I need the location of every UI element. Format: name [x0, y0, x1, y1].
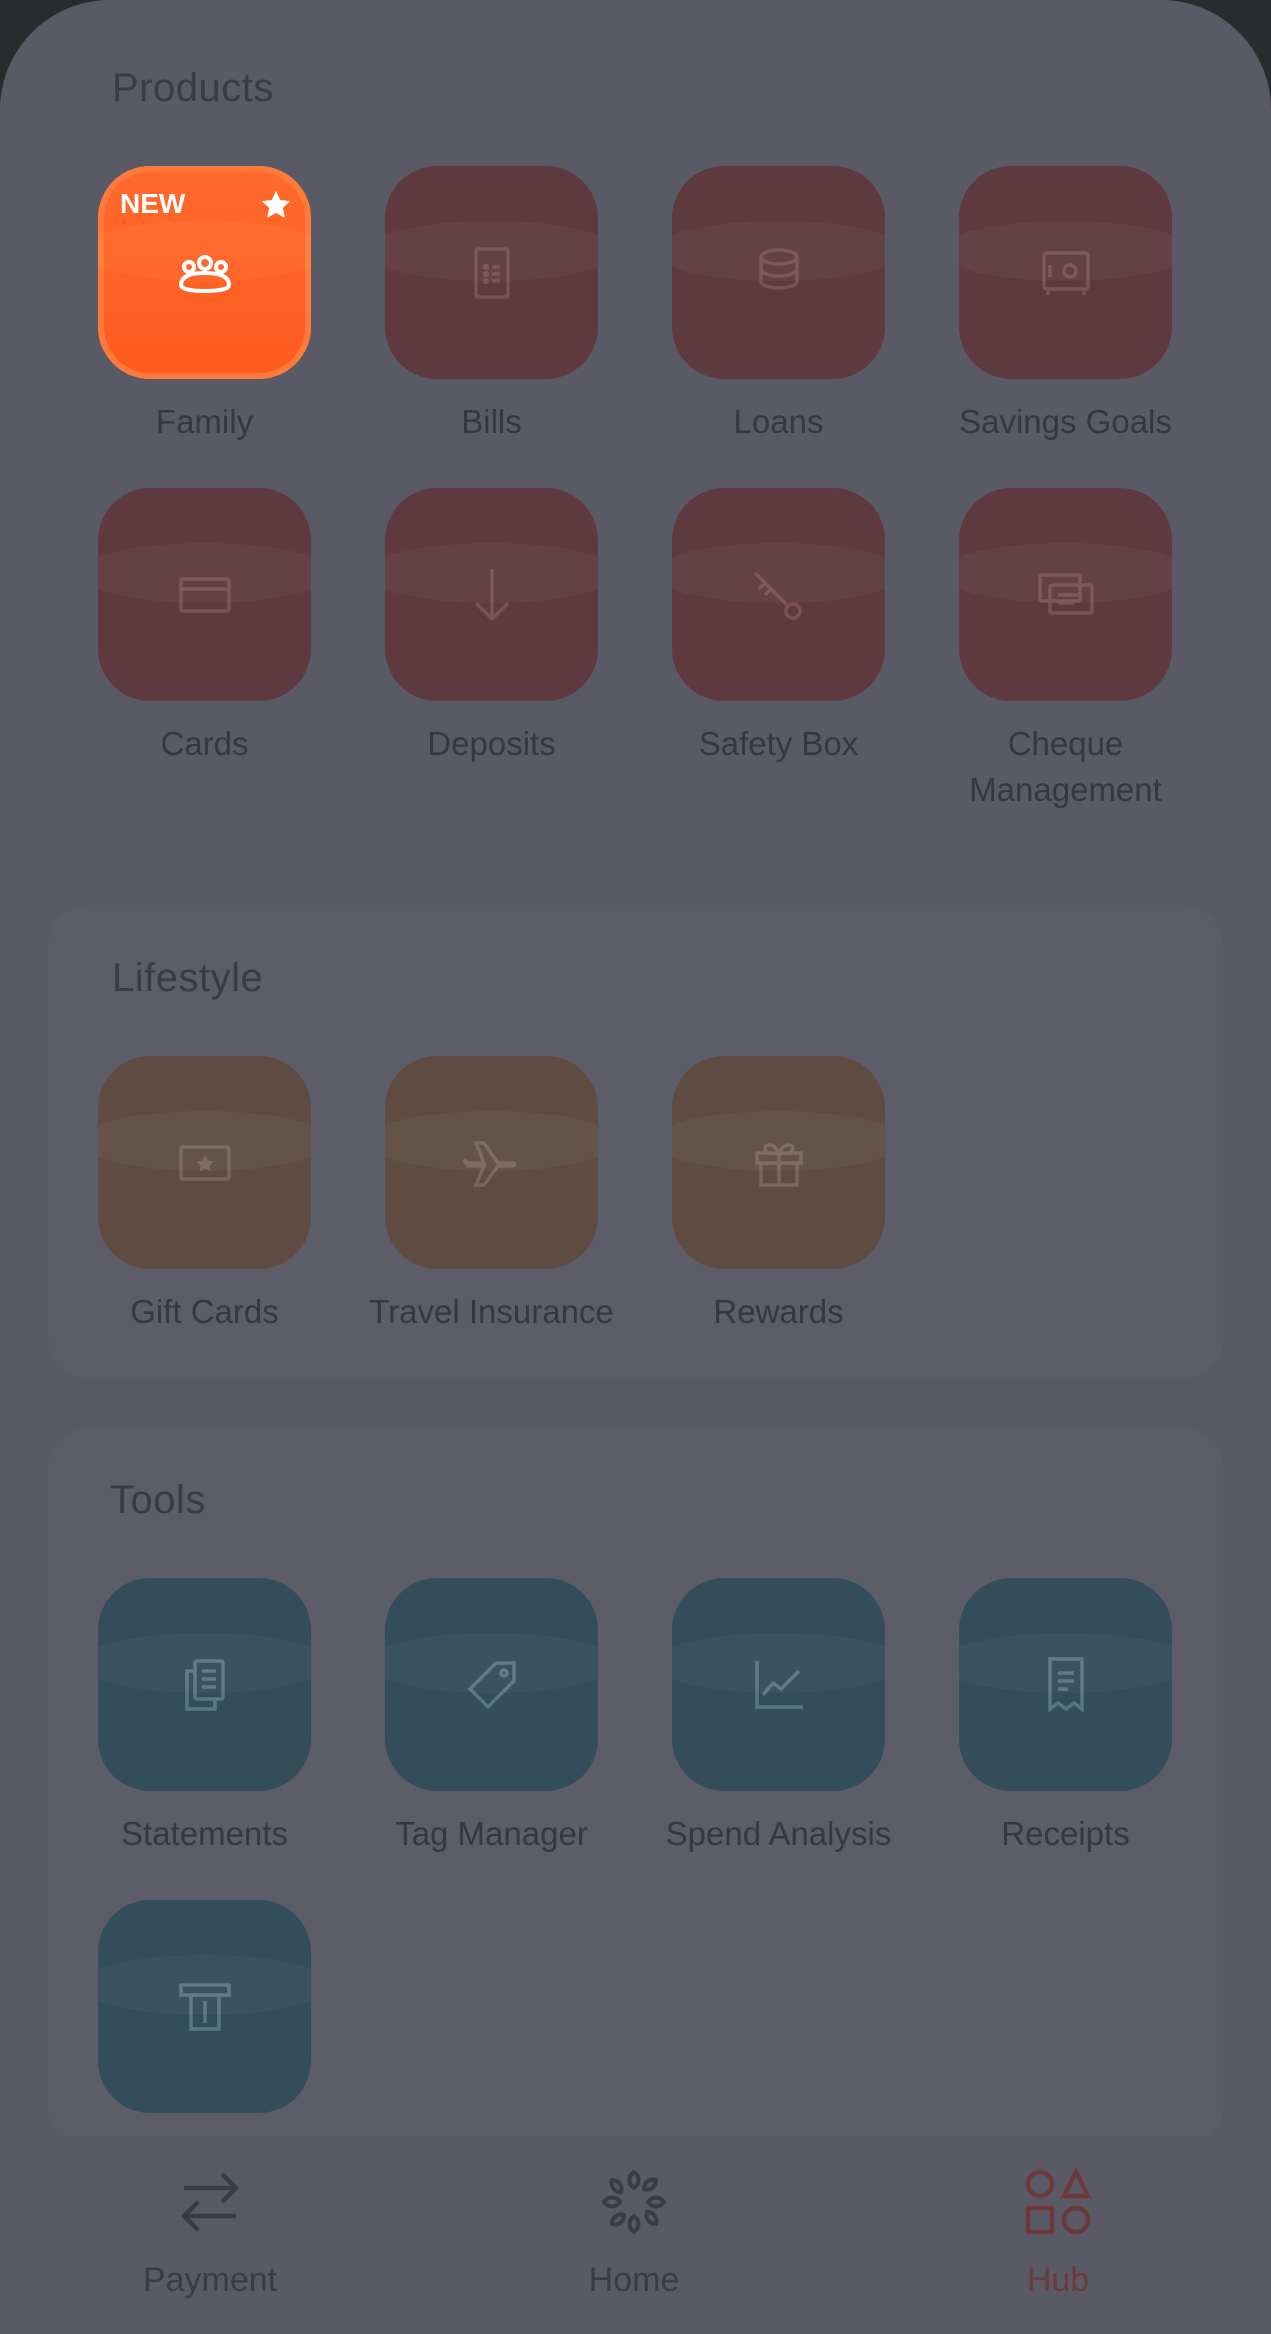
cheque-icon	[1037, 572, 1094, 615]
tile-label: Cards	[160, 725, 249, 762]
tile-receipts[interactable]: Receipts	[922, 1578, 1209, 1857]
tile-gift-cards[interactable]: Gift Cards	[61, 1056, 348, 1335]
nav-hub[interactable]: Hub	[958, 2162, 1158, 2300]
tile-label: Tag Manager	[395, 1815, 588, 1852]
tile-label: Rewards	[713, 1293, 844, 1330]
nav-home[interactable]: Home	[534, 2162, 734, 2300]
bill-icon	[473, 246, 510, 299]
receipt-icon	[1047, 1656, 1084, 1712]
nav-payment[interactable]: Payment	[110, 2162, 310, 2300]
tile-label: Receipts	[1001, 1815, 1130, 1852]
tile-label: Cheque Management	[969, 725, 1162, 808]
tile-label: Travel Insurance	[369, 1293, 614, 1330]
tile-cheque-management[interactable]: Cheque Management	[922, 488, 1209, 813]
hub-shapes-icon	[1025, 2166, 1092, 2235]
tile-loans[interactable]: Loans	[635, 166, 922, 445]
star-icon	[261, 190, 291, 218]
tag-icon	[467, 1660, 516, 1709]
tile-tag-manager[interactable]: Tag Manager	[348, 1578, 635, 1857]
tile-label: Statements	[121, 1815, 288, 1852]
atm-icon	[178, 1982, 231, 2031]
home-logo-icon	[601, 2169, 667, 2235]
tile-label: Gift Cards	[130, 1293, 279, 1330]
tile-rewards[interactable]: Rewards	[635, 1056, 922, 1335]
gift-card-icon	[178, 1144, 231, 1181]
tile-safety-box[interactable]: Safety Box	[635, 488, 922, 767]
hub-screen: Products NEW Family Bills Loans Savings …	[0, 0, 1271, 2334]
tile-savings-goals[interactable]: Savings Goals	[922, 166, 1209, 445]
coins-icon	[758, 247, 799, 290]
tile-label: Spend Analysis	[665, 1815, 892, 1852]
tile-cards[interactable]: Cards	[61, 488, 348, 767]
chart-icon	[754, 1660, 803, 1709]
tile-label: Family	[155, 403, 254, 440]
key-icon	[753, 571, 802, 620]
plane-icon	[462, 1140, 516, 1187]
tile-bills[interactable]: Bills	[348, 166, 635, 445]
tile-label: Deposits	[427, 725, 556, 762]
tile-spend-analysis[interactable]: Spend Analysis	[635, 1578, 922, 1857]
tile-statements[interactable]: Statements	[61, 1578, 348, 1857]
new-badge: NEW	[120, 188, 186, 219]
nav-label: Payment	[142, 2261, 278, 2299]
transfer-arrows-icon	[180, 2172, 240, 2232]
safe-icon	[1041, 250, 1090, 295]
card-icon	[178, 576, 231, 613]
bottom-navigation: Payment Home Hub	[0, 2136, 1271, 2334]
tile-deposits[interactable]: Deposits	[348, 488, 635, 767]
statements-icon	[184, 1658, 225, 1711]
tile-atm[interactable]	[61, 1900, 348, 2133]
arrow-down-icon	[474, 568, 509, 621]
lifestyle-section-title: Lifestyle	[112, 956, 264, 1000]
tile-family[interactable]: NEW Family	[61, 166, 348, 445]
tile-label: Savings Goals	[959, 403, 1172, 440]
family-icon	[178, 254, 231, 293]
tile-label: Loans	[733, 403, 824, 440]
products-section-title: Products	[112, 66, 274, 110]
tile-label: Bills	[461, 403, 522, 440]
gift-icon	[754, 1142, 803, 1187]
tile-label: Safety Box	[698, 725, 859, 762]
nav-label: Hub	[1026, 2261, 1090, 2299]
tools-section-title: Tools	[110, 1478, 206, 1522]
nav-label: Home	[588, 2261, 680, 2299]
tile-travel-insurance[interactable]: Travel Insurance	[348, 1056, 635, 1335]
